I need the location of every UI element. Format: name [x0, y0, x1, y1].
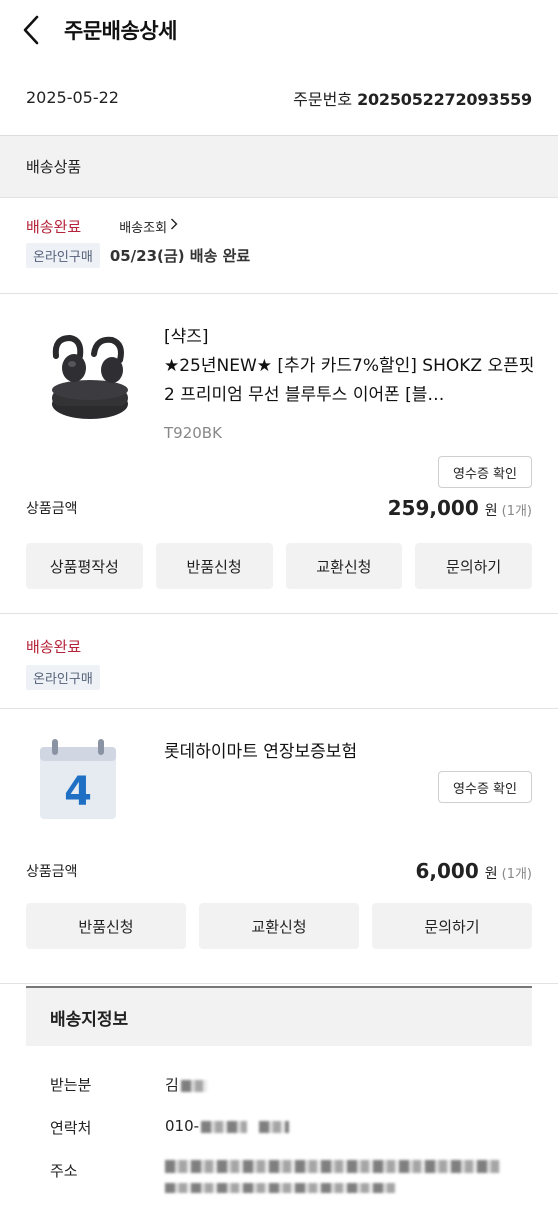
phone-value: 010-: [165, 1117, 290, 1135]
receipt-button[interactable]: 영수증 확인: [438, 456, 532, 488]
page-title: 주문배송상세: [64, 19, 177, 43]
delivery-status-block: 배송완료 온라인구매: [0, 614, 558, 709]
shipping-title: 배송지정보: [26, 986, 532, 1046]
recipient-row: 받는분 김: [26, 1074, 532, 1095]
order-date: 2025-05-22: [26, 88, 119, 107]
online-purchase-chip: 온라인구매: [26, 665, 100, 690]
online-purchase-chip: 온라인구매: [26, 243, 100, 268]
exchange-request-button[interactable]: 교환신청: [199, 903, 359, 949]
order-number: 주문번호 2025052272093559: [293, 86, 532, 110]
section-title: 배송상품: [0, 136, 558, 198]
price-label: 상품금액: [26, 864, 78, 880]
phone-row: 연락처 010-: [26, 1117, 532, 1138]
write-review-button[interactable]: 상품평작성: [26, 543, 143, 589]
order-number-label: 주문번호: [293, 89, 353, 109]
product-brand[interactable]: [샥즈]: [164, 322, 209, 347]
redacted-text: [201, 1120, 248, 1133]
redacted-text: [165, 1183, 395, 1193]
inquiry-button[interactable]: 문의하기: [372, 903, 532, 949]
product-option: T920BK: [164, 424, 222, 442]
inquiry-button[interactable]: 문의하기: [415, 543, 532, 589]
redacted-text: [165, 1160, 500, 1173]
quantity: (1개): [501, 504, 532, 519]
receipt-button[interactable]: 영수증 확인: [438, 771, 532, 803]
earbuds-thumbnail[interactable]: [26, 316, 146, 436]
calendar-number: 4: [64, 769, 92, 815]
return-request-button[interactable]: 반품신청: [155, 543, 273, 589]
back-button[interactable]: [22, 15, 52, 45]
status-badge: 배송완료: [26, 218, 82, 236]
price-amount: 259,000: [387, 496, 479, 520]
product-item: 4 롯데하이마트 연장보증보험 영수증 확인 상품금액 6,000 원 (1개)…: [0, 709, 558, 984]
price-value: 259,000 원 (1개): [388, 496, 532, 520]
price-value: 6,000 원 (1개): [415, 859, 532, 883]
order-info: 2025-05-22 주문번호 2025052272093559: [0, 60, 558, 136]
chevron-right-icon: [171, 218, 178, 229]
product-actions: 상품평작성 반품신청 교환신청 문의하기: [26, 543, 532, 589]
delivery-status-block: 배송완료 배송조회 온라인구매 05/23(금) 배송 완료: [0, 198, 558, 294]
price-row: 상품금액 259,000 원 (1개): [26, 496, 532, 520]
address-row: 주소: [26, 1160, 532, 1193]
product-name[interactable]: 롯데하이마트 연장보증보험: [164, 737, 357, 762]
shipping-info: 배송지정보 받는분 김 연락처 010- 주소: [26, 986, 532, 1193]
price-row: 상품금액 6,000 원 (1개): [26, 859, 532, 883]
calendar-icon: 4: [40, 739, 116, 819]
order-number-value: 2025052272093559: [357, 89, 532, 109]
delivery-date: 05/23(금) 배송 완료: [109, 247, 251, 265]
product-item: [샥즈] ★25년NEW★ [추가 카드7%할인] SHOKZ 오픈핏2 프리미…: [0, 294, 558, 614]
price-label: 상품금액: [26, 501, 78, 517]
address-value: [165, 1160, 500, 1193]
product-actions: 반품신청 교환신청 문의하기: [26, 903, 532, 949]
return-request-button[interactable]: 반품신청: [26, 903, 186, 949]
track-delivery-link[interactable]: 배송조회: [119, 217, 178, 236]
quantity: (1개): [501, 867, 532, 882]
redacted-text: [259, 1120, 290, 1133]
recipient-value: 김: [165, 1074, 207, 1095]
status-badge: 배송완료: [26, 638, 82, 656]
phone-label: 연락처: [50, 1119, 92, 1137]
price-currency: 원: [484, 503, 498, 519]
price-amount: 6,000: [415, 859, 479, 883]
recipient-label: 받는분: [50, 1076, 92, 1094]
address-label: 주소: [50, 1162, 78, 1180]
track-delivery-label: 배송조회: [119, 221, 168, 236]
app-header: 주문배송상세: [0, 0, 558, 60]
price-currency: 원: [484, 866, 498, 882]
exchange-request-button[interactable]: 교환신청: [285, 543, 403, 589]
chevron-left-icon: [23, 15, 39, 45]
redacted-text: [180, 1079, 207, 1092]
product-name[interactable]: ★25년NEW★ [추가 카드7%할인] SHOKZ 오픈핏2 프리미엄 무선 …: [164, 352, 536, 410]
calendar-thumbnail[interactable]: 4: [36, 735, 136, 835]
earbuds-image: [52, 334, 128, 419]
